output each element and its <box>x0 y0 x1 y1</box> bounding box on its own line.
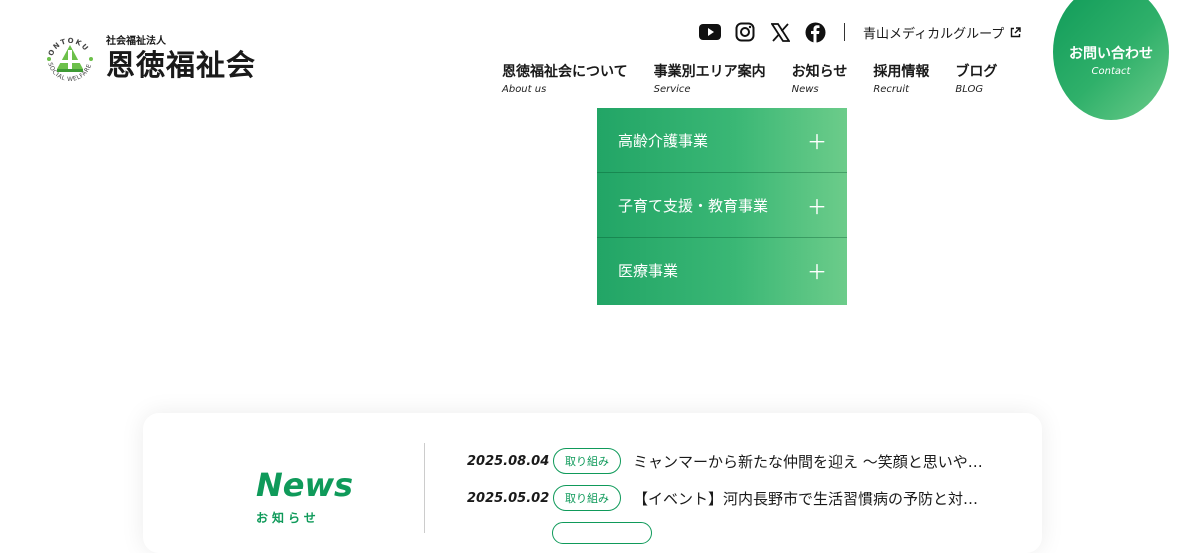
news-tag[interactable]: 取り組み <box>553 448 621 474</box>
news-tag[interactable] <box>552 522 652 544</box>
plus-icon: ＋ <box>807 129 827 154</box>
nav-item-about[interactable]: 恩徳福祉会について About us <box>502 63 628 97</box>
news-item[interactable]: 2025.05.02 取り組み 【イベント】河内長野市で生活習慣病の予防と対… <box>467 485 1005 511</box>
dropdown-item-medical[interactable]: 医療事業 ＋ <box>597 238 847 303</box>
main-nav: 恩徳福祉会について About us 事業別エリア案内 Service お知らせ… <box>502 63 1023 97</box>
logo-name: 恩徳福祉会 <box>106 48 257 82</box>
nav-sublabel: Service <box>653 84 691 95</box>
divider <box>844 23 845 41</box>
news-item[interactable]: 2025.08.04 取り組み ミャンマーから新たな仲間を迎え 〜笑顔と思いや… <box>467 448 1005 474</box>
facebook-icon[interactable] <box>803 20 827 44</box>
news-date: 2025.08.04 <box>467 453 550 469</box>
nav-item-blog[interactable]: ブログ BLOG <box>955 63 997 97</box>
logo-subtitle: 社会福祉法人 <box>106 36 166 47</box>
contact-label: お問い合わせ <box>1069 46 1153 62</box>
dropdown-item-label: 子育て支援・教育事業 <box>618 196 769 215</box>
nav-item-news[interactable]: お知らせ News <box>792 63 848 97</box>
nav-label: 事業別エリア案内 <box>653 64 766 80</box>
news-divider <box>424 443 425 533</box>
nav-label: 恩徳福祉会について <box>502 64 628 80</box>
group-link-label: 青山メディカルグループ <box>863 26 1005 42</box>
news-heading: News <box>256 466 354 504</box>
nav-label: ブログ <box>955 64 998 80</box>
nav-item-recruit[interactable]: 採用情報 Recruit <box>873 63 929 97</box>
instagram-icon[interactable] <box>733 20 757 44</box>
x-icon[interactable] <box>768 20 792 44</box>
nav-label: 採用情報 <box>873 64 930 80</box>
nav-label: お知らせ <box>791 64 848 80</box>
nav-sublabel: News <box>791 84 819 95</box>
nav-item-service[interactable]: 事業別エリア案内 Service <box>654 63 766 97</box>
dropdown-item-childcare[interactable]: 子育て支援・教育事業 ＋ <box>597 173 847 238</box>
nav-sublabel: About us <box>502 84 547 95</box>
news-date: 2025.05.02 <box>467 490 550 506</box>
dropdown-item-elderly-care[interactable]: 高齢介護事業 ＋ <box>597 108 847 173</box>
plus-icon: ＋ <box>807 260 827 284</box>
dropdown-item-label: 医療事業 <box>618 262 679 280</box>
youtube-icon[interactable] <box>698 20 722 44</box>
plus-icon: ＋ <box>807 194 827 219</box>
logo-mark-icon: ONTOKU SOCIAL WELFARE <box>44 33 96 85</box>
external-link-icon <box>1011 26 1022 37</box>
nav-sublabel: Recruit <box>873 84 910 95</box>
group-site-link[interactable]: 青山メディカルグループ <box>863 23 1022 42</box>
news-title[interactable]: 【イベント】河内長野市で生活習慣病の予防と対… <box>633 488 1005 509</box>
news-subheading: お知らせ <box>256 511 320 525</box>
nav-sublabel: BLOG <box>955 84 984 95</box>
contact-sublabel: Contact <box>1091 66 1131 77</box>
social-links: 青山メディカルグループ <box>698 20 1022 44</box>
news-title[interactable]: ミャンマーから新たな仲間を迎え 〜笑顔と思いや… <box>633 451 1005 472</box>
site-logo[interactable]: ONTOKU SOCIAL WELFARE 社会福祉法人 恩徳福祉会 <box>44 33 256 85</box>
contact-button[interactable]: お問い合わせ Contact <box>1053 0 1169 120</box>
news-tag[interactable]: 取り組み <box>553 485 621 511</box>
service-dropdown-menu: 高齢介護事業 ＋ 子育て支援・教育事業 ＋ 医療事業 ＋ <box>597 108 847 305</box>
dropdown-item-label: 高齢介護事業 <box>618 131 709 150</box>
